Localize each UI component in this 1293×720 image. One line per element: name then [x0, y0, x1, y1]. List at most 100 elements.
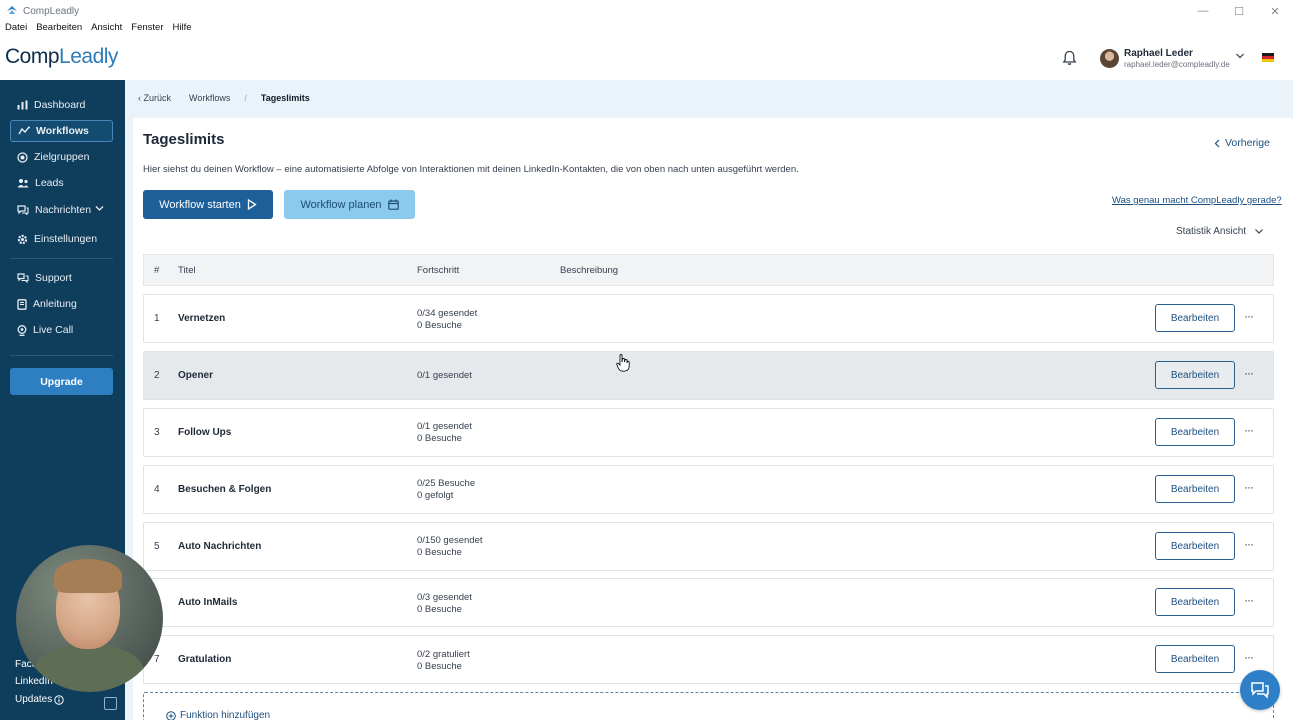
more-options-icon[interactable]: ··· [1244, 537, 1254, 551]
row-progress-sent: 0/150 gesendet [417, 535, 483, 546]
more-options-icon[interactable]: ··· [1244, 480, 1254, 494]
chevron-down-icon[interactable] [95, 205, 104, 212]
menu-fenster[interactable]: Fenster [131, 22, 163, 36]
edit-button[interactable]: Bearbeiten [1155, 361, 1235, 389]
table-header: # Titel Fortschritt Beschreibung [143, 254, 1274, 286]
avatar[interactable] [1100, 49, 1119, 68]
page-title: Tageslimits [143, 131, 225, 148]
menu-ansicht[interactable]: Ansicht [91, 22, 122, 36]
sidebar-item-einstellungen[interactable]: Einstellungen [10, 228, 113, 250]
sidebar-item-nachrichten[interactable]: Nachrichten [10, 199, 113, 221]
page-description: Hier siehst du deinen Workflow – eine au… [143, 164, 799, 175]
sidebar-item-anleitung[interactable]: Anleitung [10, 293, 113, 315]
brand-leadly: Leadly [59, 45, 118, 68]
chevron-left-icon [1214, 139, 1220, 147]
updates-link[interactable]: Updates [15, 694, 64, 705]
add-function-area[interactable] [143, 692, 1274, 720]
more-options-icon[interactable]: ··· [1244, 423, 1254, 437]
row-title: Auto Nachrichten [178, 541, 262, 552]
edit-button[interactable]: Bearbeiten [1155, 475, 1235, 503]
sidebar-item-label: Nachrichten [35, 204, 92, 216]
chevron-down-icon[interactable] [1235, 52, 1245, 60]
view-select-label: Statistik Ansicht [1176, 226, 1247, 237]
webcam-person-hair [54, 559, 122, 593]
sidebar-item-label: Workflows [36, 125, 89, 137]
col-title: Titel [178, 265, 196, 276]
maximize-icon[interactable]: ☐ [1221, 0, 1257, 22]
more-options-icon[interactable]: ··· [1244, 650, 1254, 664]
table-row[interactable]: 4 Besuchen & Folgen 0/25 Besuche 0 gefol… [143, 465, 1274, 514]
row-num: 7 [154, 654, 160, 665]
help-link[interactable]: Was genau macht CompLeadly gerade? [1112, 195, 1282, 206]
user-email: raphael.leder@compleadly.de [1124, 60, 1230, 69]
previous-link[interactable]: Vorherige [1214, 137, 1270, 149]
workflow-icon [18, 126, 30, 135]
calendar-icon [387, 199, 399, 210]
table-row[interactable]: 7 Gratulation 0/2 gratuliert 0 Besuche B… [143, 635, 1274, 684]
dashboard-icon [17, 100, 28, 110]
sidebar-item-workflows[interactable]: Workflows [10, 120, 113, 142]
sidebar-item-leads[interactable]: Leads [10, 172, 113, 194]
row-progress-visits: 0 Besuche [417, 320, 462, 331]
german-flag-icon[interactable] [1262, 53, 1274, 62]
row-progress-visits: 0 Besuche [417, 604, 462, 615]
sidebar-item-zielgruppen[interactable]: Zielgruppen [10, 146, 113, 168]
more-options-icon[interactable]: ··· [1244, 366, 1254, 380]
edit-button[interactable]: Bearbeiten [1155, 418, 1235, 446]
sidebar-item-live-call[interactable]: Live Call [10, 319, 113, 341]
row-progress-visits: 0 Besuche [417, 661, 462, 672]
sidebar-item-label: Live Call [33, 324, 74, 336]
table-row[interactable]: 5 Auto Nachrichten 0/150 gesendet 0 Besu… [143, 522, 1274, 571]
previous-label: Vorherige [1225, 137, 1270, 149]
row-progress-visits: 0 Besuche [417, 433, 462, 444]
more-options-icon[interactable]: ··· [1244, 309, 1254, 323]
edit-button[interactable]: Bearbeiten [1155, 532, 1235, 560]
menu-hilfe[interactable]: Hilfe [173, 22, 192, 36]
back-link[interactable]: ‹ Zurück [138, 93, 171, 103]
sidebar-item-support[interactable]: Support [10, 267, 113, 289]
menu-datei[interactable]: Datei [5, 22, 27, 36]
start-workflow-button[interactable]: Workflow starten [143, 190, 273, 219]
table-row[interactable]: 3 Follow Ups 0/1 gesendet 0 Besuche Bear… [143, 408, 1274, 457]
app-header: CompLeadly Raphael Leder raphael.leder@c… [0, 36, 1293, 80]
breadcrumb: ‹ Zurück Workflows / Tageslimits [138, 93, 310, 103]
sidebar-item-label: Support [35, 272, 72, 284]
plan-workflow-button[interactable]: Workflow planen [284, 190, 415, 219]
edit-button[interactable]: Bearbeiten [1155, 645, 1235, 673]
more-options-icon[interactable]: ··· [1244, 593, 1254, 607]
chat-button[interactable] [1240, 670, 1280, 710]
breadcrumb-workflows[interactable]: Workflows [189, 93, 230, 103]
close-icon[interactable]: ✕ [1257, 0, 1293, 22]
target-icon [17, 151, 28, 163]
collapse-sidebar-icon[interactable] [104, 697, 117, 710]
brand-logo[interactable]: CompLeadly [5, 45, 118, 69]
add-function-button[interactable]: Funktion hinzufügen [166, 710, 270, 720]
sidebar-item-dashboard[interactable]: Dashboard [10, 94, 113, 116]
view-select[interactable]: Statistik Ansicht [1176, 226, 1264, 237]
sidebar-item-label: Einstellungen [34, 233, 98, 245]
sidebar-item-label: Dashboard [34, 99, 86, 111]
menu-bar: Datei Bearbeiten Ansicht Fenster Hilfe [0, 22, 192, 36]
col-num: # [154, 265, 160, 276]
user-name[interactable]: Raphael Leder [1124, 48, 1193, 59]
start-workflow-label: Workflow starten [159, 198, 241, 211]
row-num: 4 [154, 484, 160, 495]
row-progress-sent: 0/2 gratuliert [417, 649, 470, 660]
minimize-icon[interactable]: — [1185, 0, 1221, 22]
row-title: Vernetzen [178, 313, 226, 324]
book-icon [17, 298, 27, 310]
support-icon [17, 273, 29, 283]
table-row[interactable]: 1 Vernetzen 0/34 gesendet 0 Besuche Bear… [143, 294, 1274, 343]
upgrade-button[interactable]: Upgrade [10, 368, 113, 395]
table-row[interactable]: 6 Auto InMails 0/3 gesendet 0 Besuche Be… [143, 578, 1274, 627]
sidebar-item-label: Anleitung [33, 298, 77, 310]
menu-bearbeiten[interactable]: Bearbeiten [36, 22, 82, 36]
row-num: 2 [154, 370, 160, 381]
table-row[interactable]: 2 Opener 0/1 gesendet Bearbeiten ··· [143, 351, 1274, 400]
webcam-icon [17, 324, 27, 336]
bell-icon[interactable] [1062, 50, 1077, 66]
col-description: Beschreibung [560, 265, 619, 276]
row-title: Opener [178, 370, 214, 381]
edit-button[interactable]: Bearbeiten [1155, 588, 1235, 616]
edit-button[interactable]: Bearbeiten [1155, 304, 1235, 332]
